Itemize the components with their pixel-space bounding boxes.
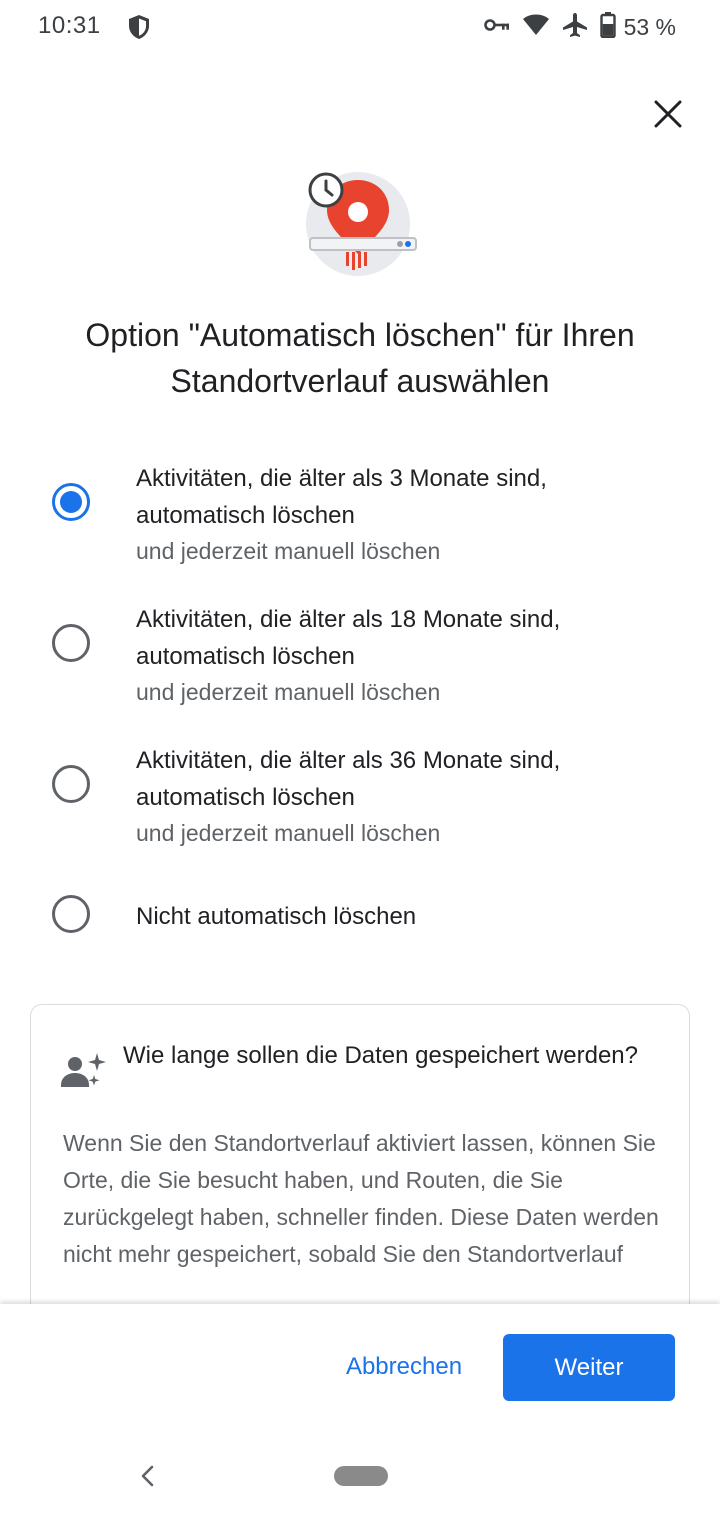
- dialog-title: Option "Automatisch löschen" für Ihren S…: [85, 317, 635, 399]
- info-card: Wie lange sollen die Daten gespeichert w…: [30, 1004, 690, 1344]
- cancel-button[interactable]: Abbrechen: [320, 1334, 488, 1400]
- option-36-months[interactable]: Aktivitäten, die älter als 36 Monate sin…: [0, 738, 720, 858]
- battery-icon: [599, 11, 616, 43]
- option-label: Aktivitäten, die älter als 36 Monate sin…: [136, 747, 561, 811]
- status-time: 10:31: [38, 12, 101, 39]
- status-icons: 53 %: [483, 11, 676, 43]
- shield-icon: [127, 14, 151, 40]
- option-sublabel: und jederzeit manuell löschen: [136, 538, 441, 564]
- radio-button-36-months[interactable]: [52, 765, 90, 803]
- option-sublabel: und jederzeit manuell löschen: [136, 820, 441, 846]
- option-label: Nicht automatisch löschen: [136, 903, 417, 930]
- option-label: Aktivitäten, die älter als 18 Monate sin…: [136, 606, 561, 670]
- battery-percentage: 53 %: [623, 13, 676, 40]
- option-label: Aktivitäten, die älter als 3 Monate sind…: [136, 465, 547, 529]
- radio-button-3-months[interactable]: [52, 483, 90, 521]
- option-3-months[interactable]: Aktivitäten, die älter als 3 Monate sind…: [0, 456, 720, 576]
- status-bar: 10:31 53 %: [0, 0, 720, 56]
- radio-button-18-months[interactable]: [52, 624, 90, 662]
- wifi-icon: [522, 14, 550, 41]
- info-card-title: Wie lange sollen die Daten gespeichert w…: [123, 1042, 638, 1069]
- option-no-autodelete[interactable]: Nicht automatisch löschen: [0, 876, 720, 956]
- info-card-body: Wenn Sie den Standortverlauf aktiviert l…: [63, 1130, 659, 1267]
- person-sparkle-icon: [61, 1051, 107, 1091]
- system-navigation-bar: [0, 1432, 720, 1520]
- location-history-illustration: [300, 168, 424, 280]
- option-18-months[interactable]: Aktivitäten, die älter als 18 Monate sin…: [0, 597, 720, 717]
- option-sublabel: und jederzeit manuell löschen: [136, 679, 441, 705]
- airplane-icon: [562, 12, 588, 43]
- back-icon[interactable]: [136, 1462, 160, 1490]
- radio-button-no-autodelete[interactable]: [52, 895, 90, 933]
- vpn-key-icon: [483, 18, 510, 37]
- close-button[interactable]: [648, 94, 688, 134]
- close-icon: [654, 100, 682, 128]
- home-pill[interactable]: [334, 1466, 388, 1486]
- next-button[interactable]: Weiter: [503, 1334, 675, 1401]
- dialog-footer: Abbrechen Weiter: [0, 1304, 720, 1432]
